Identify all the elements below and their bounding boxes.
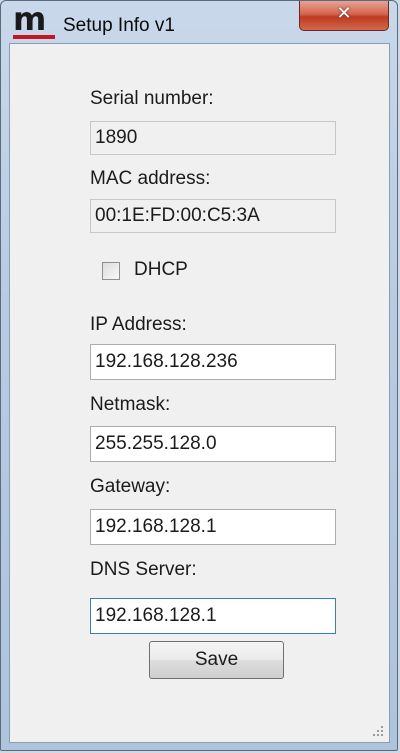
window-title: Setup Info v1	[63, 15, 175, 36]
dns-server-label: DNS Server:	[90, 559, 197, 580]
setup-info-window: m Setup Info v1 ✕ Serial number: 1890 MA…	[0, 0, 398, 751]
close-button[interactable]: ✕	[299, 1, 389, 31]
netmask-input[interactable]: 255.255.128.0	[90, 426, 336, 462]
app-logo-underline	[13, 35, 55, 39]
title-bar[interactable]: m Setup Info v1 ✕	[1, 1, 397, 43]
ip-address-label: IP Address:	[90, 314, 187, 335]
app-logo-letter: m	[13, 0, 47, 38]
serial-number-label: Serial number:	[90, 88, 214, 109]
ip-address-input[interactable]: 192.168.128.236	[90, 344, 336, 380]
netmask-label: Netmask:	[90, 394, 171, 415]
mac-address-field: 00:1E:FD:00:C5:3A	[90, 199, 336, 233]
gateway-label: Gateway:	[90, 476, 171, 497]
close-icon: ✕	[336, 3, 352, 24]
dhcp-label[interactable]: DHCP	[134, 259, 188, 281]
mac-address-label: MAC address:	[90, 168, 211, 189]
save-button[interactable]: Save	[149, 641, 284, 679]
resize-grip-icon[interactable]	[371, 724, 385, 738]
app-logo-icon: m	[13, 3, 55, 39]
gateway-input[interactable]: 192.168.128.1	[90, 509, 336, 545]
dns-server-input[interactable]: 192.168.128.1	[90, 598, 336, 634]
dhcp-checkbox[interactable]	[102, 262, 120, 280]
client-area: Serial number: 1890 MAC address: 00:1E:F…	[9, 43, 390, 743]
serial-number-field: 1890	[90, 121, 336, 155]
